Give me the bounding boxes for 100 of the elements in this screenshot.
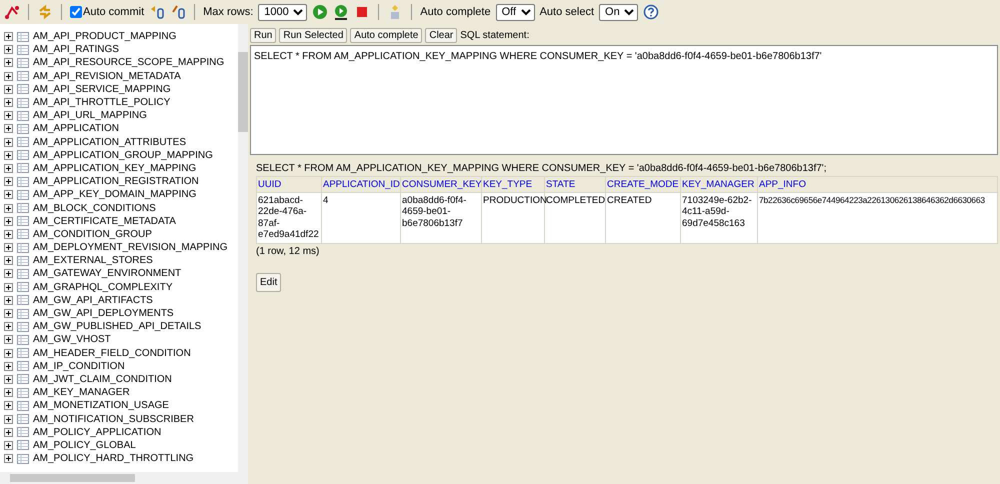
expand-toggle[interactable] xyxy=(4,32,13,42)
horizontal-scrollbar[interactable] xyxy=(0,472,248,484)
result-summary: (1 row, 12 ms) xyxy=(256,246,320,257)
expand-toggle[interactable] xyxy=(4,401,13,410)
expand-toggle[interactable] xyxy=(4,111,13,120)
table-cell: 7b22636c69656e744964223a226130626138646362d6630663 xyxy=(758,192,998,244)
expand-toggle[interactable] xyxy=(4,243,13,252)
expand-toggle[interactable] xyxy=(4,322,13,332)
table-name[interactable]: AM_API_PRODUCT_MAPPING xyxy=(33,31,176,42)
expand-toggle[interactable] xyxy=(4,282,13,292)
table-name[interactable]: AM_API_REVISION_METADATA xyxy=(33,70,181,82)
table-name[interactable]: AM_GW_VHOST xyxy=(33,334,111,346)
expand-toggle[interactable] xyxy=(4,388,13,398)
table-name[interactable]: AM_APPLICATION xyxy=(33,123,119,134)
auto-select-dropdown[interactable]: On xyxy=(599,4,638,20)
query-button[interactable]: Run Selected xyxy=(279,28,348,42)
commit-icon[interactable] xyxy=(149,4,166,20)
max-rows-dropdown[interactable]: 1000 xyxy=(258,4,308,20)
sql-input-field[interactable]: SELECT * FROM AM_APPLICATION_KEY_MAPPING WHERE CONSUMER_KEY = 'a0ba8dd6-f0f4-4659-be01-b6e7806b13f7' xyxy=(250,45,998,155)
table-name[interactable]: AM_API_RESOURCE_SCOPE_MAPPING xyxy=(33,57,224,68)
expand-toggle[interactable] xyxy=(4,150,13,160)
expand-toggle[interactable] xyxy=(4,138,13,147)
expand-toggle[interactable] xyxy=(4,440,13,450)
expand-toggle[interactable] xyxy=(4,454,13,464)
vertical-scrollbar[interactable] xyxy=(238,24,248,472)
table-name[interactable]: AM_MONETIZATION_USAGE xyxy=(33,400,169,412)
table-name[interactable]: AM_DEPLOYMENT_REVISION_MAPPING xyxy=(33,242,228,254)
expand-toggle[interactable] xyxy=(4,414,13,424)
expand-toggle[interactable] xyxy=(4,335,13,344)
table-icon xyxy=(17,163,29,174)
query-button[interactable]: Run xyxy=(250,28,276,42)
expand-toggle[interactable] xyxy=(4,428,13,437)
table-icon xyxy=(17,58,29,68)
table-name[interactable]: AM_CERTIFICATE_METADATA xyxy=(33,216,176,227)
column-header[interactable]: CREATE_MODE xyxy=(606,176,680,192)
table-icon xyxy=(17,400,29,411)
table-name[interactable]: AM_APPLICATION_GROUP_MAPPING xyxy=(33,150,213,161)
table-name[interactable]: AM_NOTIFICATION_SUBSCRIBER xyxy=(33,414,194,425)
expand-toggle[interactable] xyxy=(4,72,13,81)
auto-commit-checkbox[interactable] xyxy=(70,6,82,18)
table-name[interactable]: AM_API_THROTTLE_POLICY xyxy=(33,97,170,108)
table-icon xyxy=(17,308,29,319)
table-name[interactable]: AM_HEADER_FIELD_CONDITION xyxy=(33,348,191,359)
table-name[interactable]: AM_API_URL_MAPPING xyxy=(33,110,147,122)
expand-toggle[interactable] xyxy=(4,45,13,54)
column-header[interactable]: KEY_MANAGER xyxy=(680,176,758,192)
table-name[interactable]: AM_APPLICATION_KEY_MAPPING xyxy=(33,162,196,174)
query-button[interactable]: Auto complete xyxy=(350,28,422,42)
table-name[interactable]: AM_JWT_CLAIM_CONDITION xyxy=(33,374,172,385)
expand-toggle[interactable] xyxy=(4,98,13,108)
expand-toggle[interactable] xyxy=(4,296,13,305)
expand-toggle[interactable] xyxy=(4,216,13,226)
edit-button[interactable]: Edit xyxy=(256,272,282,292)
table-name[interactable]: AM_GW_API_ARTIFACTS xyxy=(33,294,153,306)
query-button[interactable]: Clear xyxy=(425,28,458,42)
expand-toggle[interactable] xyxy=(4,269,13,278)
table-name[interactable]: AM_API_RATINGS xyxy=(33,44,119,56)
run-icon[interactable] xyxy=(312,4,328,20)
column-header[interactable]: UUID xyxy=(256,176,322,192)
table-name[interactable]: AM_POLICY_HARD_THROTTLING xyxy=(33,453,194,464)
expand-toggle[interactable] xyxy=(4,58,13,68)
expand-toggle[interactable] xyxy=(4,204,13,213)
expand-toggle[interactable] xyxy=(4,177,13,186)
run-selected-icon[interactable] xyxy=(333,4,350,20)
expand-toggle[interactable] xyxy=(4,348,13,358)
column-header[interactable]: KEY_TYPE xyxy=(482,176,544,192)
executed-query: SELECT * FROM AM_APPLICATION_KEY_MAPPING WHERE CONSUMER_KEY = 'a0ba8dd6-f0f4-4659-be01-b6e7806b13f7'; xyxy=(256,163,828,174)
expand-toggle[interactable] xyxy=(4,164,13,173)
auto-complete-dropdown[interactable]: Off xyxy=(496,4,535,20)
disconnect-icon[interactable] xyxy=(4,4,20,20)
table-name[interactable]: AM_GRAPHQL_COMPLEXITY xyxy=(33,282,172,293)
table-name[interactable]: AM_POLICY_APPLICATION xyxy=(33,426,162,438)
column-header[interactable]: STATE xyxy=(544,176,606,192)
rollback-icon[interactable] xyxy=(170,4,186,20)
table-name[interactable]: AM_BLOCK_CONDITIONS xyxy=(33,202,156,214)
table-name[interactable]: AM_KEY_MANAGER xyxy=(33,387,130,398)
column-header[interactable]: APPLICATION_ID xyxy=(322,176,400,192)
expand-toggle[interactable] xyxy=(4,362,13,371)
table-name[interactable]: AM_CONDITION_GROUP xyxy=(33,228,152,240)
expand-toggle[interactable] xyxy=(4,230,13,239)
expand-toggle[interactable] xyxy=(4,84,13,94)
table-icon xyxy=(17,454,29,464)
help-icon[interactable] xyxy=(643,4,660,20)
table-name[interactable]: AM_APP_KEY_DOMAIN_MAPPING xyxy=(33,189,196,200)
table-name[interactable]: AM_GATEWAY_ENVIRONMENT xyxy=(33,268,182,280)
table-name[interactable]: AM_EXTERNAL_STORES xyxy=(33,255,153,266)
column-header[interactable]: APP_INFO xyxy=(758,176,998,192)
table-name[interactable]: AM_IP_CONDITION xyxy=(33,360,125,372)
table-name[interactable]: AM_GW_API_DEPLOYMENTS xyxy=(33,308,174,320)
expand-toggle[interactable] xyxy=(4,256,13,266)
table-name[interactable]: AM_APPLICATION_REGISTRATION xyxy=(33,176,199,188)
table-name[interactable]: AM_API_SERVICE_MAPPING xyxy=(33,84,171,95)
expand-toggle[interactable] xyxy=(4,309,13,318)
expand-toggle[interactable] xyxy=(4,374,13,384)
column-header[interactable]: CONSUMER_KEY xyxy=(400,176,482,192)
table-name[interactable]: AM_GW_PUBLISHED_API_DETAILS xyxy=(33,321,202,332)
expand-toggle[interactable] xyxy=(4,124,13,134)
table-name[interactable]: AM_POLICY_GLOBAL xyxy=(33,440,136,451)
table-name[interactable]: AM_APPLICATION_ATTRIBUTES xyxy=(33,136,186,148)
expand-toggle[interactable] xyxy=(4,190,13,200)
